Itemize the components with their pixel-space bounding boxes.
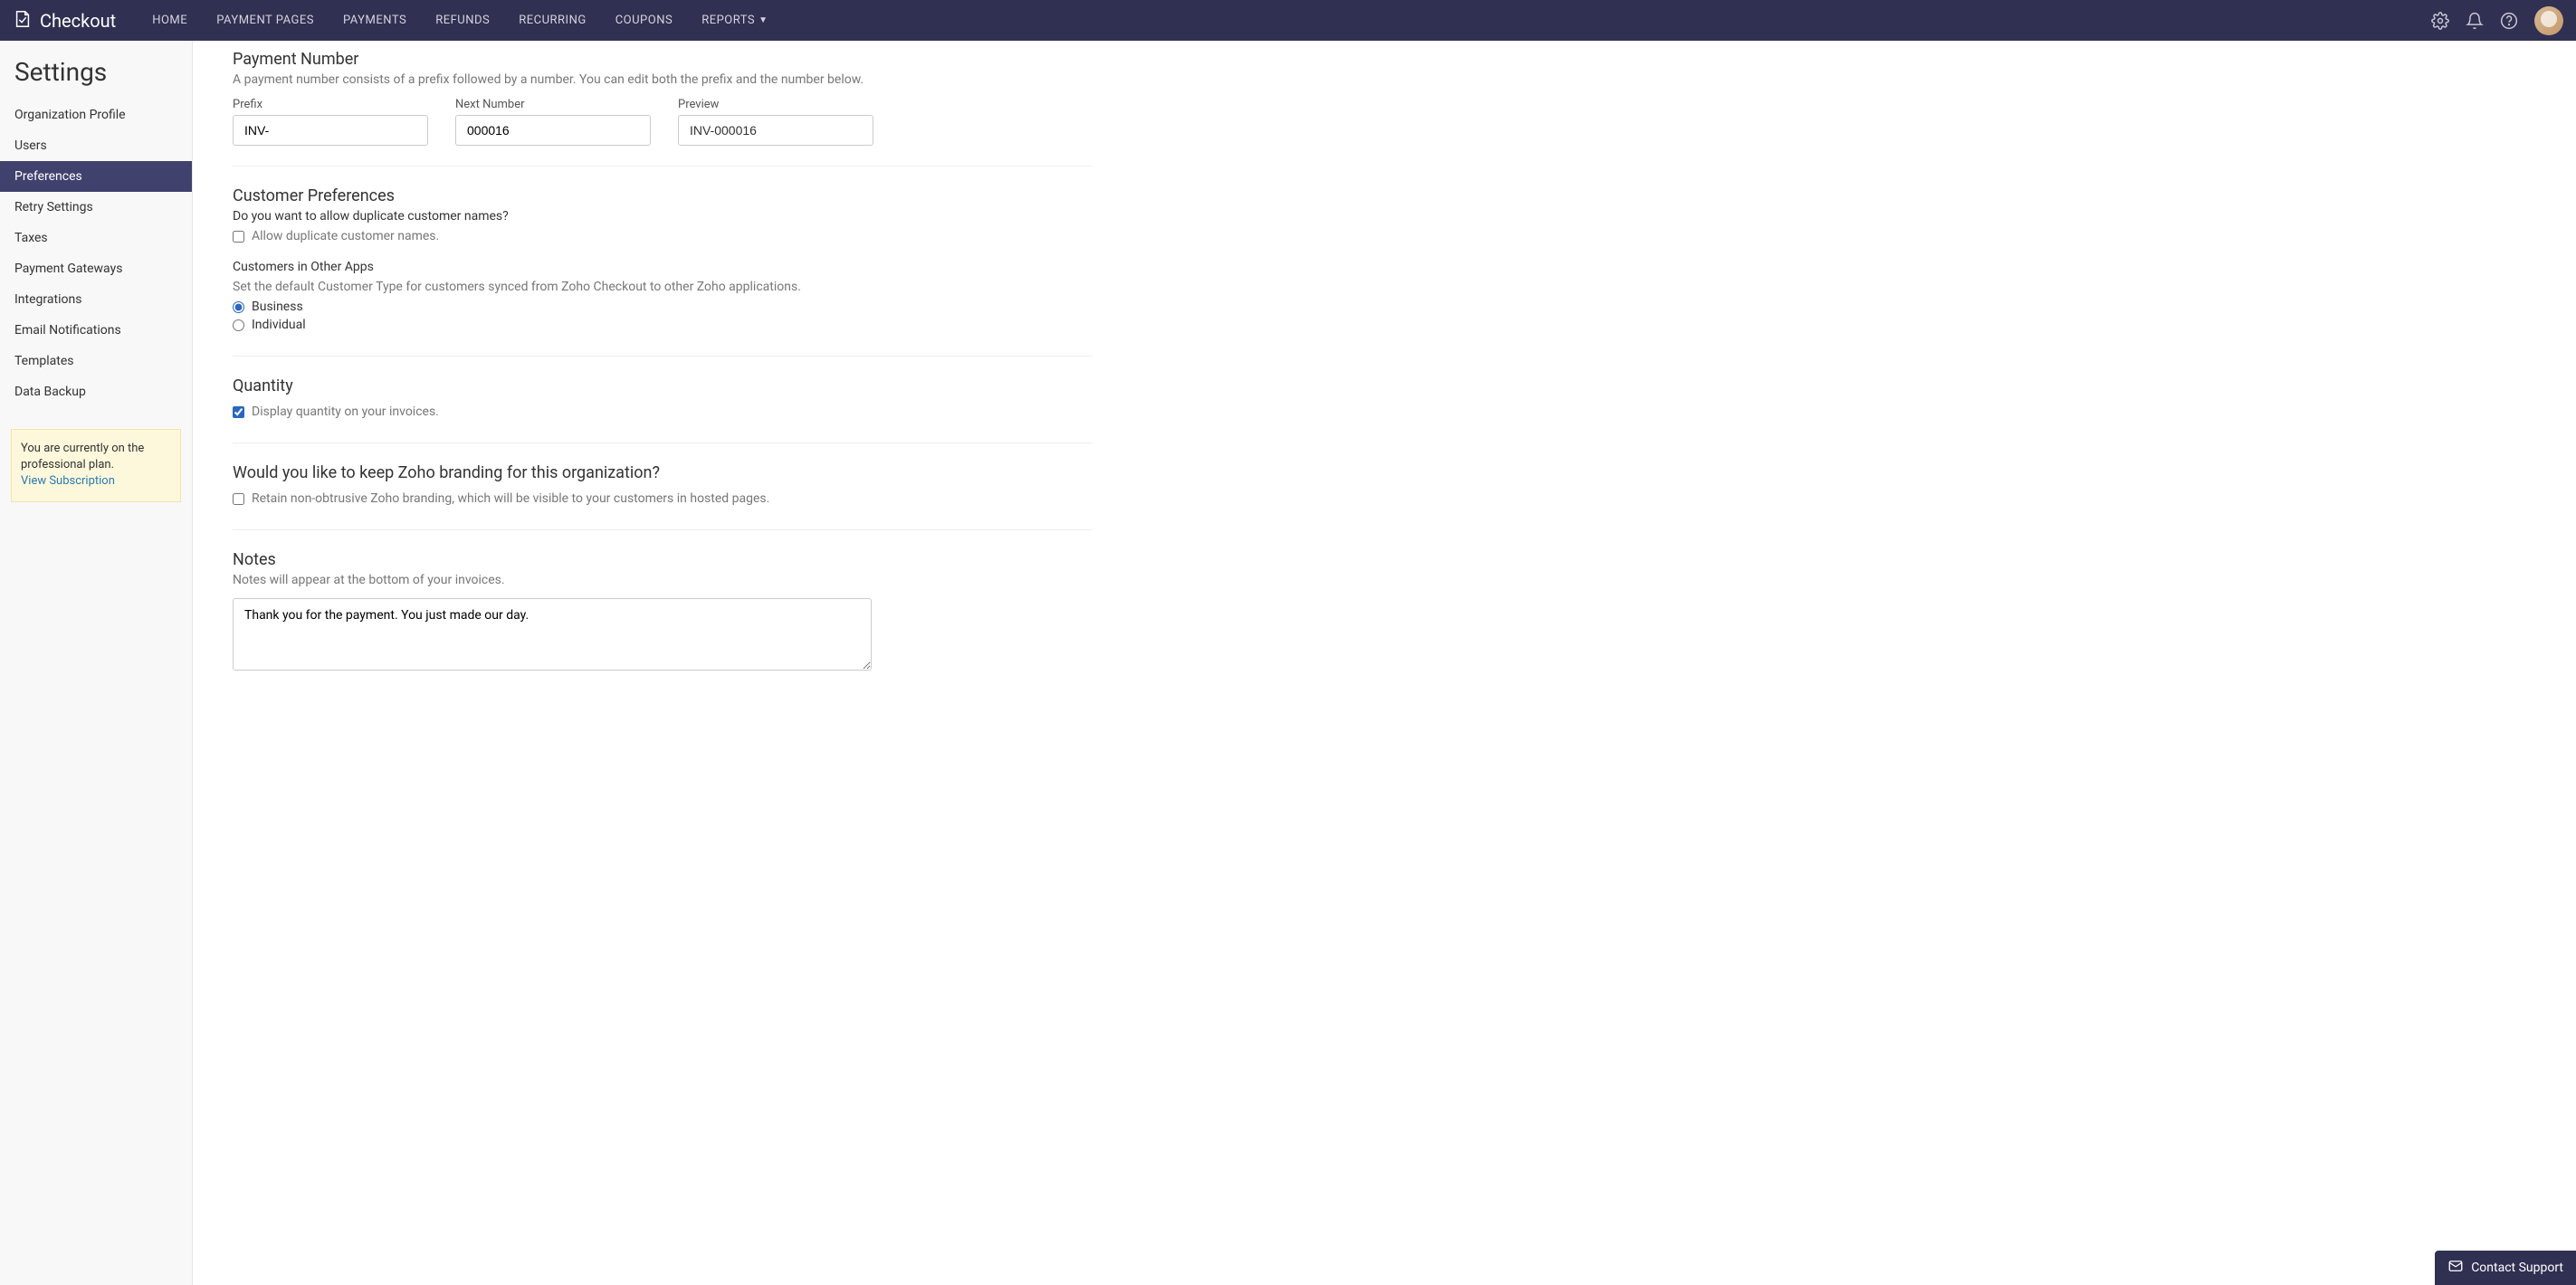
contact-support-button[interactable]: Contact Support [2435,1251,2576,1285]
duplicate-names-question: Do you want to allow duplicate customer … [233,209,1092,224]
brand[interactable]: Checkout [13,9,116,33]
sidebar-item-payment-gateways[interactable]: Payment Gateways [0,253,192,284]
allow-duplicate-checkbox[interactable] [233,231,244,243]
customer-preferences-section: Customer Preferences Do you want to allo… [233,166,1092,356]
notes-heading: Notes [233,550,1092,569]
nav-recurring[interactable]: RECURRING [504,0,600,41]
nav-items: HOME PAYMENT PAGES PAYMENTS REFUNDS RECU… [138,0,782,41]
notes-textarea[interactable] [233,598,872,671]
avatar[interactable] [2534,6,2563,35]
nav-right [2431,6,2563,35]
contact-support-label: Contact Support [2471,1261,2563,1275]
sidebar-item-retry-settings[interactable]: Retry Settings [0,192,192,223]
sidebar-item-users[interactable]: Users [0,130,192,161]
help-icon[interactable] [2500,12,2518,30]
nav-reports[interactable]: REPORTS▼ [687,0,782,41]
sidebar: Settings Organization Profile Users Pref… [0,41,193,1285]
notes-section: Notes Notes will appear at the bottom of… [233,529,1092,694]
customer-prefs-heading: Customer Preferences [233,186,1092,205]
allow-duplicate-row[interactable]: Allow duplicate customer names. [233,229,1092,243]
sidebar-title: Settings [0,57,192,100]
settings-icon[interactable] [2431,12,2449,30]
prefix-label: Prefix [233,98,428,111]
nav-coupons[interactable]: COUPONS [601,0,687,41]
display-quantity-row[interactable]: Display quantity on your invoices. [233,405,1092,419]
radio-business[interactable] [233,301,244,313]
branding-section: Would you like to keep Zoho branding for… [233,443,1092,529]
radio-business-label: Business [252,300,303,314]
payment-number-section: Payment Number A payment number consists… [233,50,1092,166]
chevron-down-icon: ▼ [758,15,768,25]
next-number-input[interactable] [455,115,651,146]
top-nav: Checkout HOME PAYMENT PAGES PAYMENTS REF… [0,0,2576,41]
display-quantity-checkbox[interactable] [233,406,244,418]
allow-duplicate-label: Allow duplicate customer names. [252,229,439,243]
radio-business-row[interactable]: Business [233,300,1092,314]
mail-icon [2447,1258,2464,1278]
radio-individual[interactable] [233,319,244,331]
nav-payment-pages[interactable]: PAYMENT PAGES [202,0,329,41]
main-content: Payment Number A payment number consists… [193,41,2576,1285]
quantity-heading: Quantity [233,376,1092,395]
next-number-label: Next Number [455,98,651,111]
branding-heading: Would you like to keep Zoho branding for… [233,463,1092,482]
sidebar-item-templates[interactable]: Templates [0,346,192,376]
other-apps-desc: Set the default Customer Type for custom… [233,280,1092,294]
sidebar-item-preferences[interactable]: Preferences [0,161,192,192]
brand-name: Checkout [40,10,116,32]
preview-input [678,115,873,146]
retain-branding-row[interactable]: Retain non-obtrusive Zoho branding, whic… [233,491,1092,506]
sidebar-item-email-notifications[interactable]: Email Notifications [0,315,192,346]
sidebar-items: Organization Profile Users Preferences R… [0,100,192,407]
retain-branding-label: Retain non-obtrusive Zoho branding, whic… [252,491,769,506]
sidebar-item-data-backup[interactable]: Data Backup [0,376,192,407]
sidebar-item-integrations[interactable]: Integrations [0,284,192,315]
notes-desc: Notes will appear at the bottom of your … [233,573,1092,587]
display-quantity-label: Display quantity on your invoices. [252,405,439,419]
nav-refunds[interactable]: REFUNDS [421,0,504,41]
sidebar-item-taxes[interactable]: Taxes [0,223,192,253]
retain-branding-checkbox[interactable] [233,493,244,505]
nav-home[interactable]: HOME [138,0,202,41]
brand-logo-icon [13,9,33,33]
payment-number-desc: A payment number consists of a prefix fo… [233,72,1092,87]
quantity-section: Quantity Display quantity on your invoic… [233,356,1092,443]
radio-individual-row[interactable]: Individual [233,318,1092,332]
view-subscription-link[interactable]: View Subscription [21,474,115,488]
prefix-input[interactable] [233,115,428,146]
payment-number-heading: Payment Number [233,50,1092,69]
radio-individual-label: Individual [252,318,306,332]
other-apps-heading: Customers in Other Apps [233,260,1092,274]
nav-payments[interactable]: PAYMENTS [329,0,421,41]
sidebar-item-organization-profile[interactable]: Organization Profile [0,100,192,130]
plan-text: You are currently on the professional pl… [21,442,144,471]
plan-banner: You are currently on the professional pl… [11,429,181,502]
bell-icon[interactable] [2466,12,2484,30]
preview-label: Preview [678,98,873,111]
